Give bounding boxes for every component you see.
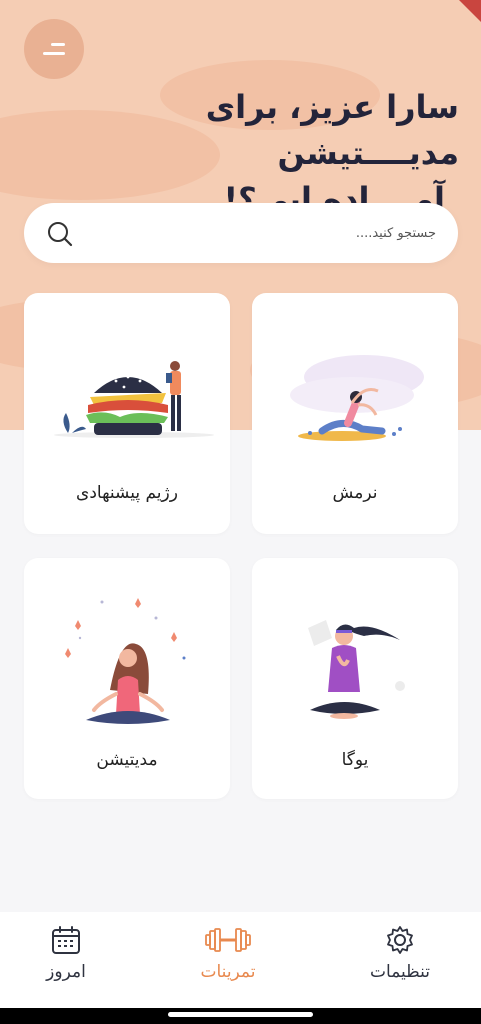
nav-label: تنظیمات — [370, 962, 430, 982]
greeting-line-1: سارا عزیز، برای مدیــــتیشن — [205, 88, 459, 172]
category-card-diet[interactable]: رژیم پیشنهادی — [24, 293, 230, 534]
nav-item-workouts[interactable]: تمرینات — [168, 924, 288, 1004]
nav-label: تمرینات — [200, 962, 256, 982]
home-indicator[interactable] — [168, 1012, 313, 1017]
category-label: نرمش — [332, 483, 378, 503]
burger-diet-illustration — [54, 361, 214, 438]
search-icon[interactable] — [46, 220, 74, 248]
corner-ribbon — [459, 0, 481, 22]
category-label: رژیم پیشنهادی — [76, 483, 178, 503]
category-label: یوگا — [341, 750, 369, 770]
category-card-yoga[interactable]: یوگا — [252, 558, 458, 799]
menu-button[interactable] — [24, 19, 84, 79]
category-card-stretching[interactable]: نرمش — [252, 293, 458, 534]
meditation-illustration — [65, 598, 186, 724]
yoga-illustration — [308, 620, 405, 719]
gear-icon — [387, 926, 413, 954]
nav-item-today[interactable]: امروز — [6, 924, 126, 1004]
menu-line — [51, 43, 65, 46]
nav-label: امروز — [46, 962, 86, 982]
category-card-meditation[interactable]: مدیتیشن — [24, 558, 230, 799]
stretching-illustration — [290, 355, 424, 441]
category-label: مدیتیشن — [96, 750, 158, 770]
search-input[interactable] — [96, 218, 436, 248]
home-indicator-bar — [0, 1008, 481, 1024]
page-title: سارا عزیز، برای مدیــــتیشن آمــــاده ای… — [19, 84, 459, 222]
nav-item-settings[interactable]: تنظیمات — [340, 924, 460, 1004]
menu-line — [43, 52, 65, 55]
search-bar[interactable] — [24, 203, 458, 263]
dumbbell-icon — [205, 928, 251, 952]
calendar-icon — [52, 926, 80, 954]
bottom-navigation: تنظیمات تمرینات امروز — [0, 912, 481, 1008]
